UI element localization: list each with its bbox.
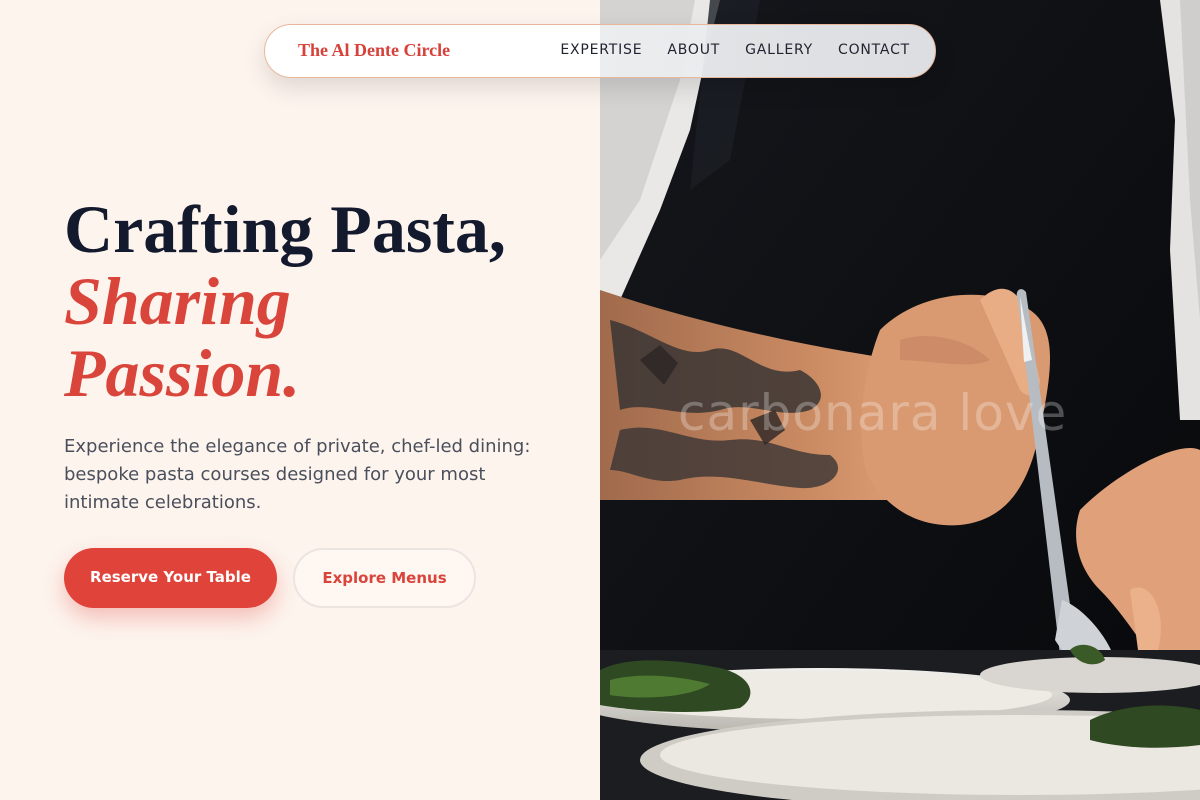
headline-accent-line-1: Sharing bbox=[64, 263, 291, 339]
hero-headline: Crafting Pasta, Sharing Passion. bbox=[64, 193, 506, 409]
nav-link-about[interactable]: ABOUT bbox=[667, 42, 720, 58]
explore-menus-button[interactable]: Explore Menus bbox=[293, 548, 476, 608]
reserve-table-button[interactable]: Reserve Your Table bbox=[64, 548, 277, 608]
nav-link-expertise[interactable]: EXPERTISE bbox=[560, 42, 642, 58]
hero-description: Experience the elegance of private, chef… bbox=[64, 436, 531, 513]
top-navigation: The Al Dente Circle EXPERTISE ABOUT GALL… bbox=[264, 24, 936, 78]
hero-left-panel: Crafting Pasta, Sharing Passion. Experie… bbox=[0, 0, 600, 800]
nav-links: EXPERTISE ABOUT GALLERY CONTACT bbox=[560, 42, 910, 58]
image-watermark: carbonara love bbox=[678, 384, 1068, 442]
nav-link-gallery[interactable]: GALLERY bbox=[745, 42, 813, 58]
brand-logo[interactable]: The Al Dente Circle bbox=[298, 40, 450, 61]
hero-photo: carbonara love bbox=[600, 0, 1200, 800]
nav-link-contact[interactable]: CONTACT bbox=[838, 42, 910, 58]
headline-accent-line-2: Passion. bbox=[64, 335, 301, 411]
headline-line-1: Crafting Pasta, bbox=[64, 191, 506, 267]
